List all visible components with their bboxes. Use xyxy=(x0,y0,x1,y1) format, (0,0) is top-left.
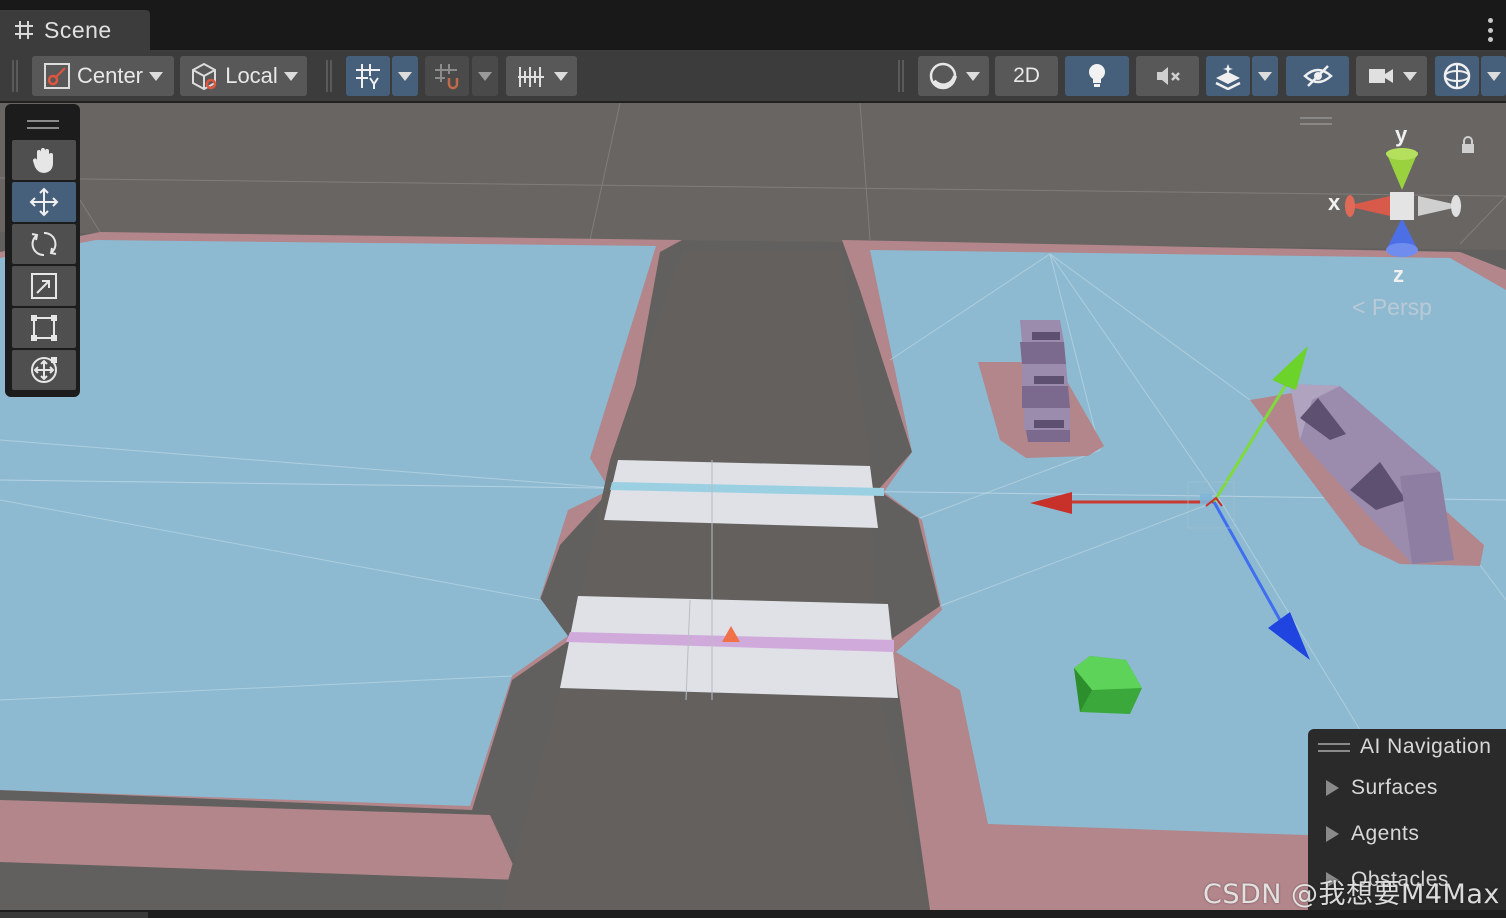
gizmo-y-label[interactable]: y xyxy=(1395,122,1407,148)
toolbar-grip[interactable] xyxy=(898,60,904,92)
tab-scene-label: Scene xyxy=(44,16,112,43)
camera-settings-dropdown[interactable] xyxy=(1356,56,1427,96)
rect-tool-button[interactable] xyxy=(12,308,76,348)
gizmos-dropdown[interactable] xyxy=(1481,56,1506,96)
hand-tool-button[interactable] xyxy=(12,140,76,180)
projection-label: Persp xyxy=(1371,294,1432,320)
hand-icon xyxy=(32,148,53,173)
local-cube-icon xyxy=(192,62,217,91)
projection-toggle[interactable]: < Persp xyxy=(1352,294,1432,321)
chevron-down-icon xyxy=(1402,71,1417,81)
mode-2d-toggle[interactable]: 2D xyxy=(995,56,1058,96)
ai-nav-item-label: Agents xyxy=(1351,822,1420,845)
chevron-down-icon xyxy=(1258,71,1272,81)
watermark: CSDN @我想要M4Max xyxy=(1203,879,1500,910)
ruler-dropdown[interactable] xyxy=(506,56,577,96)
scene-geometry xyxy=(0,103,1506,910)
rect-transform-icon xyxy=(31,315,57,341)
chevron-down-icon xyxy=(553,71,568,81)
grid-snap-icon xyxy=(356,64,380,89)
increment-snap-dropdown[interactable] xyxy=(472,56,498,96)
pivot-mode-dropdown[interactable]: Center xyxy=(32,56,174,96)
shading-mode-dropdown[interactable] xyxy=(918,56,989,96)
drag-handle-icon xyxy=(1318,742,1350,752)
shading-sphere-icon xyxy=(929,62,957,90)
gizmo-z-label[interactable]: z xyxy=(1393,262,1404,288)
tool-palette xyxy=(5,104,80,397)
toolbar-grip[interactable] xyxy=(326,60,332,92)
lock-icon[interactable] xyxy=(1461,136,1475,154)
gizmos-toggle[interactable] xyxy=(1435,56,1479,96)
perspective-chevron-icon: < xyxy=(1352,294,1366,320)
toolbar-grip[interactable] xyxy=(12,60,18,92)
bottom-bar xyxy=(0,910,1506,918)
expand-arrow-icon xyxy=(1326,826,1339,842)
pivot-rotation-label: Local xyxy=(225,63,278,88)
gizmos-icon xyxy=(1443,62,1471,90)
pivot-rotation-dropdown[interactable]: Local xyxy=(180,56,307,96)
chevron-down-icon xyxy=(478,71,492,81)
effects-toggle[interactable] xyxy=(1206,56,1250,96)
increment-snap-toggle[interactable] xyxy=(425,56,469,96)
tab-strip: Scene xyxy=(0,0,1506,50)
ai-nav-item-surfaces[interactable]: Surfaces xyxy=(1308,765,1506,811)
ai-nav-item-label: Surfaces xyxy=(1351,776,1438,799)
grid-snap-toggle[interactable] xyxy=(346,56,390,96)
palette-drag-handle[interactable] xyxy=(9,108,76,140)
lightbulb-icon xyxy=(1089,64,1105,87)
chevron-down-icon xyxy=(1486,71,1501,81)
effects-dropdown[interactable] xyxy=(1252,56,1278,96)
camera-icon xyxy=(1368,69,1393,83)
move-tool-button[interactable] xyxy=(12,182,76,222)
audio-mute-icon xyxy=(1156,67,1180,85)
pivot-icon xyxy=(43,63,70,89)
audio-toggle[interactable] xyxy=(1136,56,1199,96)
rotate-tool-button[interactable] xyxy=(12,224,76,264)
kebab-menu-icon[interactable] xyxy=(1488,18,1494,42)
expand-arrow-icon xyxy=(1326,780,1339,796)
gizmo-x-label[interactable]: x xyxy=(1328,190,1340,216)
pivot-mode-label: Center xyxy=(76,63,144,88)
chevron-down-icon xyxy=(283,71,298,81)
mode-2d-label: 2D xyxy=(1013,64,1040,87)
increment-snap-icon xyxy=(435,64,459,90)
chevron-down-icon xyxy=(398,71,412,81)
hidden-objects-icon xyxy=(1302,65,1333,87)
tab-scene[interactable]: Scene xyxy=(0,10,150,50)
hidden-objects-toggle[interactable] xyxy=(1286,56,1349,96)
scale-tool-button[interactable] xyxy=(12,266,76,306)
grid-icon xyxy=(15,21,33,39)
chevron-down-icon xyxy=(149,71,164,81)
transform-icon xyxy=(31,357,57,383)
scene-toolbar: Center Local 2D xyxy=(0,50,1506,102)
ai-navigation-header[interactable]: AI Navigation xyxy=(1308,729,1506,765)
move-arrows-icon xyxy=(29,187,59,217)
scale-icon xyxy=(31,273,57,299)
ai-nav-item-agents[interactable]: Agents xyxy=(1308,811,1506,857)
rotate-icon xyxy=(31,231,57,257)
ai-navigation-title: AI Navigation xyxy=(1360,735,1492,758)
scene-viewport[interactable] xyxy=(0,103,1506,910)
ruler-icon xyxy=(517,67,544,87)
chevron-down-icon xyxy=(965,71,980,81)
transform-tool-button[interactable] xyxy=(12,350,76,390)
effects-icon xyxy=(1215,64,1241,90)
lighting-toggle[interactable] xyxy=(1065,56,1129,96)
grid-snap-dropdown[interactable] xyxy=(392,56,418,96)
